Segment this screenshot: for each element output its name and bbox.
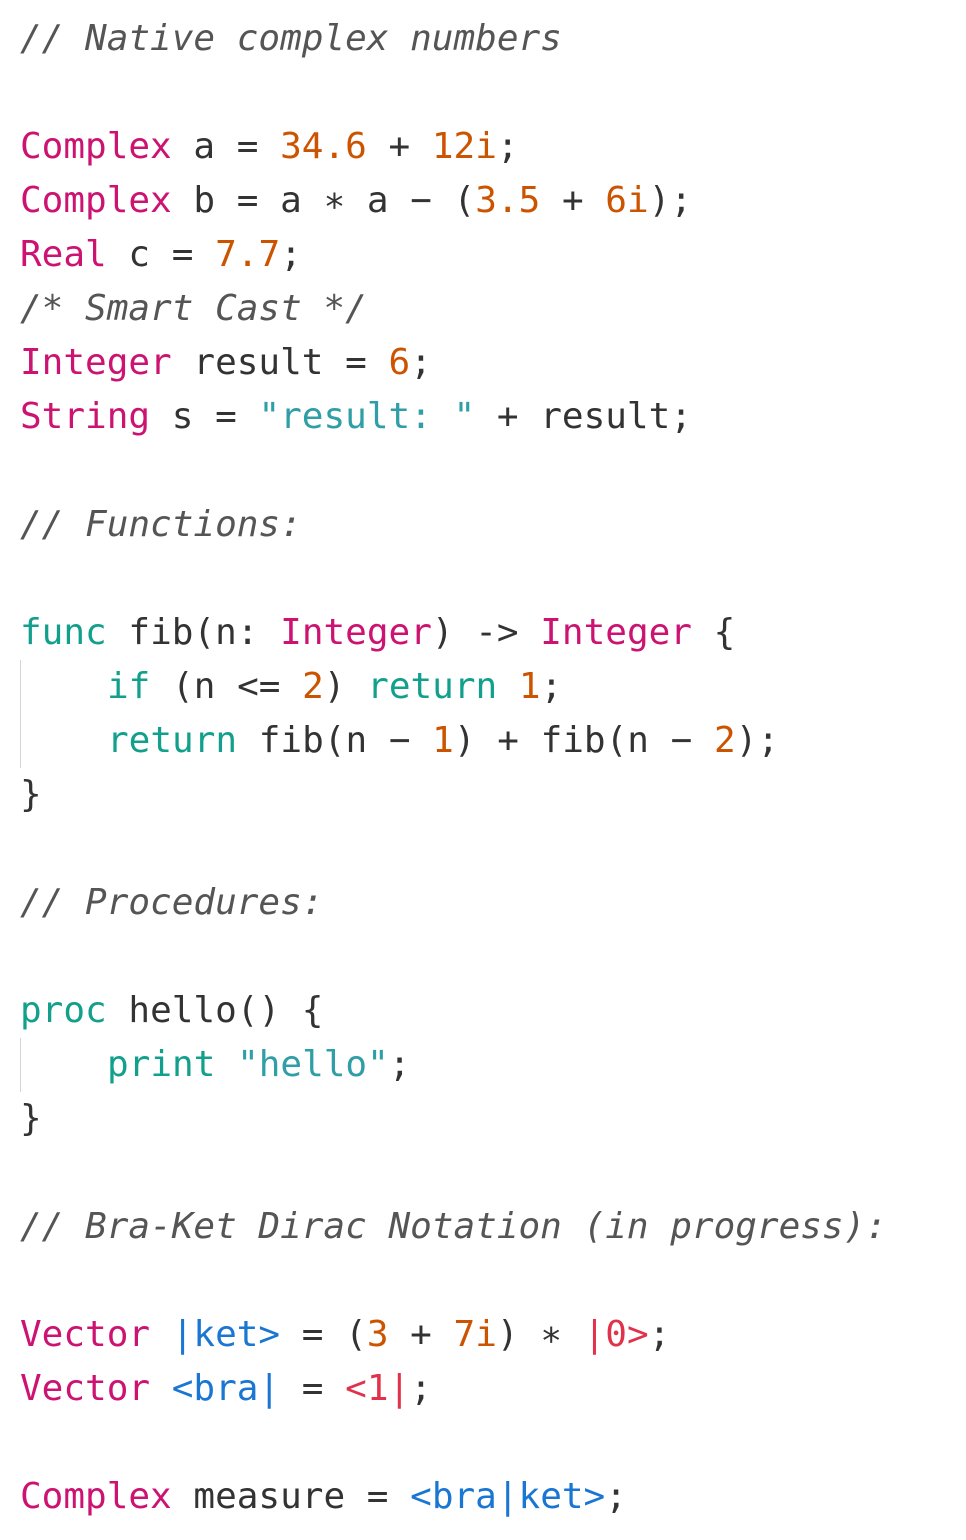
code-line: // Bra-Ket Dirac Notation (in progress): bbox=[20, 1200, 966, 1254]
code-line: print "hello"; bbox=[20, 1038, 966, 1092]
identifier: result bbox=[193, 342, 324, 383]
identifier: c bbox=[128, 234, 151, 275]
code-line: if (n <= 2) return 1; bbox=[20, 660, 966, 714]
bra-identifier: <bra| bbox=[171, 1368, 281, 1409]
type-keyword: Complex bbox=[20, 1476, 172, 1517]
identifier: s bbox=[171, 396, 194, 437]
keyword: return bbox=[367, 666, 498, 707]
type-keyword: Vector bbox=[20, 1368, 151, 1409]
type-keyword: Integer bbox=[20, 342, 172, 383]
code-line: String s = "result: " + result; bbox=[20, 396, 692, 437]
number-literal: 1 bbox=[432, 720, 454, 761]
comment: // Native complex numbers bbox=[20, 18, 562, 59]
number-literal: 34.6 bbox=[280, 126, 367, 167]
identifier: fib bbox=[128, 612, 194, 653]
identifier: b bbox=[193, 180, 216, 221]
identifier: n bbox=[627, 720, 649, 761]
basis-state: <1| bbox=[345, 1368, 411, 1409]
type-keyword: Complex bbox=[20, 180, 172, 221]
keyword: print bbox=[107, 1044, 216, 1085]
number-literal: 7i bbox=[453, 1314, 497, 1355]
code-line: } bbox=[20, 774, 42, 815]
code-line: Vector <bra| = <1|; bbox=[20, 1368, 432, 1409]
number-literal: 6i bbox=[605, 180, 649, 221]
identifier: fib bbox=[258, 720, 324, 761]
code-line: func fib(n: Integer) -> Integer { bbox=[20, 612, 736, 653]
number-literal: 2 bbox=[302, 666, 324, 707]
code-line: proc hello() { bbox=[20, 990, 324, 1031]
identifier: a bbox=[193, 126, 216, 167]
code-line: Complex a = 34.6 + 12i; bbox=[20, 126, 519, 167]
code-line: // Functions: bbox=[20, 498, 966, 552]
number-literal: 12i bbox=[431, 126, 497, 167]
code-line: Real c = 7.7; bbox=[20, 234, 302, 275]
string-literal: "hello" bbox=[237, 1044, 389, 1085]
comment: // Bra-Ket Dirac Notation (in progress): bbox=[20, 1206, 887, 1247]
code-line: Complex b = a ∗ a − (3.5 + 6i); bbox=[20, 180, 693, 221]
number-literal: 7.7 bbox=[215, 234, 281, 275]
type-keyword: Integer bbox=[280, 612, 432, 653]
type-keyword: Integer bbox=[540, 612, 692, 653]
keyword: proc bbox=[20, 990, 107, 1031]
code-line: /* Smart Cast */ bbox=[20, 282, 966, 336]
code-line: // Procedures: bbox=[20, 876, 966, 930]
type-keyword: Real bbox=[20, 234, 107, 275]
identifier: measure bbox=[193, 1476, 346, 1517]
identifier: fib bbox=[540, 720, 606, 761]
identifier: result bbox=[540, 396, 671, 437]
code-line: Integer result = 6; bbox=[20, 342, 432, 383]
identifier: n bbox=[215, 612, 237, 653]
identifier: a bbox=[366, 180, 389, 221]
number-literal: 1 bbox=[518, 666, 541, 707]
number-literal: 3 bbox=[366, 1314, 389, 1355]
keyword: if bbox=[107, 666, 151, 707]
braket-expression: <bra|ket> bbox=[410, 1476, 606, 1517]
number-literal: 3.5 bbox=[475, 180, 541, 221]
number-literal: 2 bbox=[714, 720, 736, 761]
code-line: return fib(n − 1) + fib(n − 2); bbox=[20, 714, 966, 768]
comment: // Functions: bbox=[20, 504, 302, 545]
code-line: Complex measure = <bra|ket>; bbox=[20, 1476, 627, 1517]
type-keyword: Complex bbox=[20, 126, 172, 167]
type-keyword: String bbox=[20, 396, 151, 437]
type-keyword: Vector bbox=[20, 1314, 151, 1355]
number-literal: 6 bbox=[388, 342, 411, 383]
code-editor[interactable]: // Native complex numbers Complex a = 34… bbox=[0, 0, 966, 1540]
identifier: n bbox=[193, 666, 216, 707]
string-literal: "result: " bbox=[258, 396, 476, 437]
keyword: return bbox=[107, 720, 238, 761]
code-line: Vector |ket> = (3 + 7i) ∗ |0>; bbox=[20, 1314, 671, 1355]
ket-identifier: |ket> bbox=[171, 1314, 281, 1355]
keyword: func bbox=[20, 612, 107, 653]
code-line: // Native complex numbers bbox=[20, 12, 966, 66]
identifier: n bbox=[345, 720, 368, 761]
basis-state: |0> bbox=[583, 1314, 649, 1355]
comment: // Procedures: bbox=[20, 882, 324, 923]
identifier: a bbox=[280, 180, 302, 221]
comment: /* Smart Cast */ bbox=[20, 288, 367, 329]
code-line: } bbox=[20, 1098, 42, 1139]
identifier: hello bbox=[128, 990, 237, 1031]
